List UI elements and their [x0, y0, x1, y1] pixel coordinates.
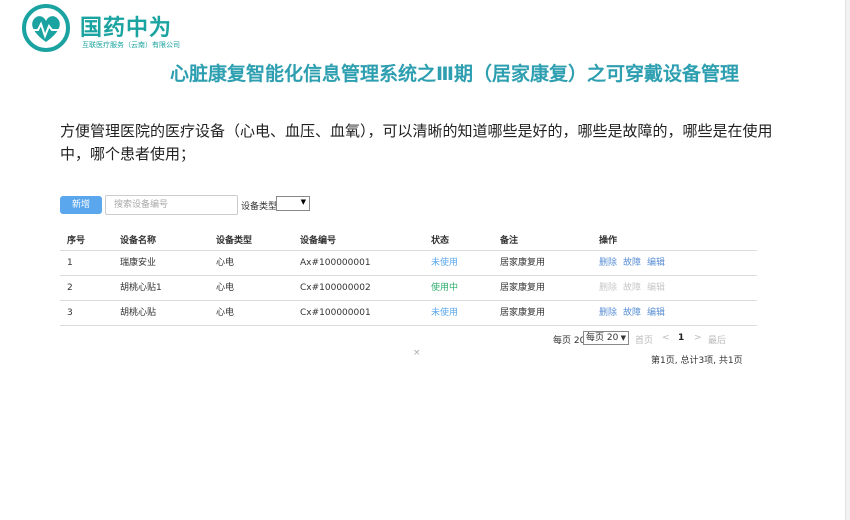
- prev-page-button[interactable]: <: [662, 333, 670, 343]
- cell-type: 心电: [216, 308, 235, 318]
- cell-note: 居家康复用: [500, 258, 546, 268]
- header-code: 设备编号: [300, 236, 337, 246]
- cell-type: 心电: [216, 283, 235, 293]
- delete-link[interactable]: 删除: [599, 308, 617, 318]
- cell-name: 胡桃心贴: [120, 308, 157, 318]
- header-note: 备注: [500, 236, 519, 246]
- table-row: 3 胡桃心贴 心电 Cx#100000001 未使用 居家康复用 删除 故障 编辑: [60, 301, 757, 326]
- chevron-down-icon: ▼: [620, 334, 626, 342]
- cell-code: Cx#100000002: [300, 283, 371, 293]
- current-page-button[interactable]: 1: [678, 333, 684, 343]
- fault-link[interactable]: 故障: [623, 308, 641, 318]
- logo-subtitle: 互联医疗服务（云南）有限公司: [82, 41, 180, 49]
- cell-index: 1: [67, 258, 73, 268]
- table-row: 1 瑞康安业 心电 Ax#100000001 未使用 居家康复用 删除 故障 编辑: [60, 251, 757, 276]
- header-type: 设备类型: [216, 236, 253, 246]
- cell-note: 居家康复用: [500, 308, 546, 318]
- heart-logo-icon: [22, 4, 70, 52]
- status-badge: 使用中: [431, 283, 459, 293]
- per-page-label: 每页 20: [553, 336, 586, 346]
- window-edge: [845, 0, 850, 520]
- table-row: 2 胡桃心贴1 心电 Cx#100000002 使用中 居家康复用 删除 故障 编辑: [60, 276, 757, 301]
- delete-link[interactable]: 删除: [599, 258, 617, 268]
- row-actions: 删除 故障 编辑: [599, 301, 671, 326]
- device-type-select[interactable]: ▼: [276, 196, 310, 211]
- last-page-button[interactable]: 最后: [708, 333, 726, 346]
- logo-name: 国药中为: [80, 16, 173, 41]
- cell-name: 胡桃心贴1: [120, 283, 162, 293]
- search-device-code-input[interactable]: [105, 195, 238, 215]
- cell-code: Ax#100000001: [300, 258, 371, 268]
- device-table: 序号 设备名称 设备类型 设备编号 状态 备注 操作 1 瑞康安业 心电 Ax#…: [60, 231, 757, 326]
- first-page-button[interactable]: 首页: [635, 333, 653, 346]
- cell-index: 2: [67, 283, 73, 293]
- header-index: 序号: [67, 236, 86, 246]
- pagination-summary: 第1页, 总计3项, 共1页: [651, 356, 743, 366]
- cell-note: 居家康复用: [500, 283, 546, 293]
- header-name: 设备名称: [120, 236, 157, 246]
- edit-link[interactable]: 编辑: [647, 258, 665, 268]
- header-status: 状态: [431, 236, 450, 246]
- fault-link[interactable]: 故障: [623, 258, 641, 268]
- page-description: 方便管理医院的医疗设备（心电、血压、血氧），可以清晰的知道哪些是好的，哪些是故障…: [60, 122, 773, 163]
- fault-link: 故障: [623, 283, 642, 293]
- cell-name: 瑞康安业: [120, 258, 157, 268]
- company-logo: 国药中为 互联医疗服务（云南）有限公司: [20, 4, 200, 52]
- next-page-button[interactable]: >: [694, 333, 702, 343]
- cell-code: Cx#100000001: [300, 308, 371, 318]
- header-actions: 操作: [599, 236, 618, 246]
- row-actions: 删除 故障 编辑: [599, 251, 671, 276]
- edit-link[interactable]: 编辑: [647, 308, 665, 318]
- chevron-down-icon: ▼: [300, 198, 306, 206]
- device-type-label: 设备类型: [241, 202, 278, 212]
- delete-link: 删除: [599, 283, 618, 293]
- table-header-row: 序号 设备名称 设备类型 设备编号 状态 备注 操作: [60, 231, 757, 251]
- row-actions: 删除 故障 编辑: [599, 276, 671, 301]
- status-badge: 未使用: [431, 308, 459, 318]
- page-title: 心脏康复智能化信息管理系统之Ⅲ期（居家康复）之可穿戴设备管理: [170, 63, 739, 85]
- add-device-button[interactable]: 新增: [60, 196, 102, 214]
- status-badge: 未使用: [431, 258, 459, 268]
- per-page-select[interactable]: 每页 20 ▼: [583, 331, 629, 345]
- cell-index: 3: [67, 308, 73, 318]
- cell-type: 心电: [216, 258, 235, 268]
- edit-link: 编辑: [647, 283, 666, 293]
- close-icon[interactable]: ×: [413, 348, 421, 358]
- per-page-value: 每页 20: [586, 333, 619, 343]
